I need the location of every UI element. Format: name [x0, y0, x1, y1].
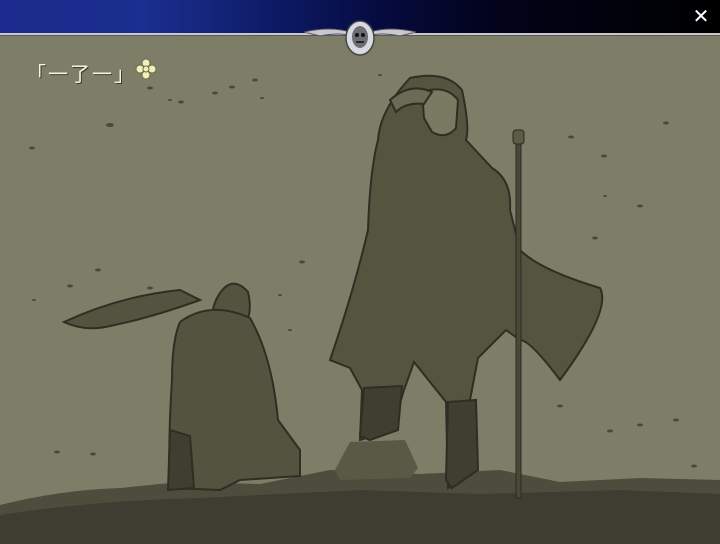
dialogue-text: 「一了一」: [26, 62, 136, 86]
close-button[interactable]: ✕: [688, 3, 714, 29]
clover-advance-icon[interactable]: [135, 58, 157, 80]
close-icon: ✕: [692, 4, 710, 28]
scene-illustration: [0, 36, 720, 544]
skull-emblem-icon: [303, 20, 417, 56]
game-window: ✕ 「一了一」: [0, 0, 720, 544]
